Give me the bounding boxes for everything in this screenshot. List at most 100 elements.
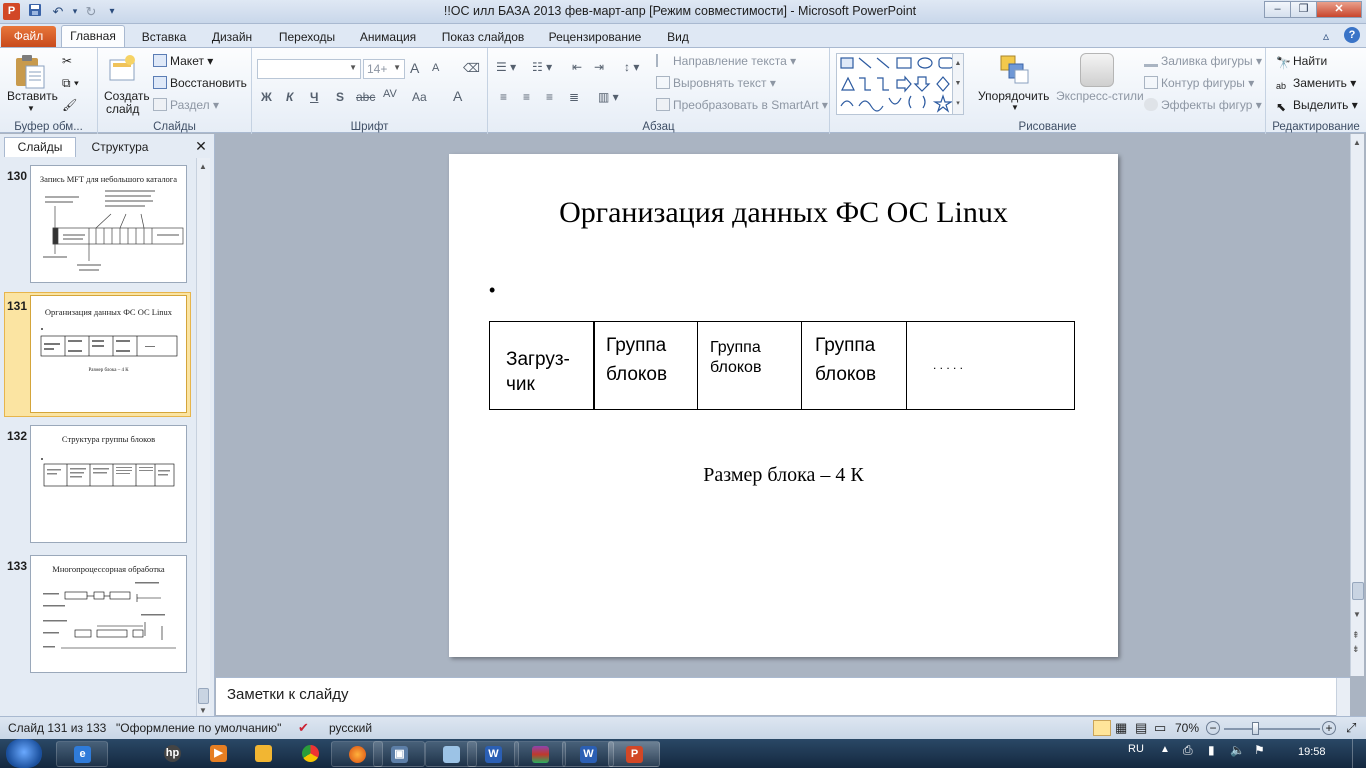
printer-tray-icon[interactable]: ⎙ — [1183, 743, 1193, 758]
reset-button[interactable]: Восстановить — [153, 76, 247, 90]
zoom-slider-thumb[interactable] — [1252, 722, 1259, 735]
tab-slideshow[interactable]: Показ слайдов — [434, 27, 532, 48]
arrange-dropdown-icon[interactable]: ▼ — [1011, 103, 1019, 112]
powerpoint-app-icon[interactable]: P — [3, 3, 20, 20]
slide-thumbnail-132[interactable]: Структура группы блоков — [30, 425, 187, 543]
italic-button[interactable]: К — [286, 90, 293, 104]
start-button[interactable] — [6, 739, 42, 768]
action-center-icon[interactable]: ⚑ — [1254, 743, 1265, 757]
taskbar-ie[interactable]: e — [56, 741, 108, 767]
block-layout-table[interactable]: Загруз- чик Группа блоков Группа блоков … — [489, 321, 1075, 410]
shrink-font-icon[interactable]: A — [432, 62, 439, 74]
shape-outline-button[interactable]: Контур фигуры ▾ — [1144, 76, 1254, 90]
slide-title[interactable]: Организация данных ФС ОС Linux — [449, 196, 1118, 230]
table-cell-ellipsis[interactable]: . . . . . — [906, 321, 1075, 410]
quick-styles-button[interactable]: Экспресс-стили — [1056, 89, 1144, 103]
taskbar-explorer[interactable] — [238, 741, 290, 767]
quick-styles-icon[interactable] — [1080, 53, 1114, 87]
maximize-button[interactable]: ❐ — [1290, 1, 1317, 18]
slide-sorter-icon[interactable]: ▦ — [1115, 717, 1127, 739]
show-desktop-button[interactable] — [1352, 739, 1366, 768]
customize-quick-access-icon[interactable]: ▾ — [103, 3, 121, 20]
zoom-level[interactable]: 70% — [1175, 717, 1199, 739]
minimize-button[interactable]: – — [1264, 1, 1291, 18]
tab-file[interactable]: Файл — [1, 26, 56, 47]
slideshow-icon[interactable]: ▭ — [1154, 717, 1166, 739]
zoom-out-icon[interactable]: − — [1206, 721, 1220, 735]
arrange-button[interactable]: Упорядочить — [978, 89, 1049, 103]
new-slide-icon[interactable] — [108, 54, 138, 86]
tab-design[interactable]: Дизайн — [203, 27, 261, 48]
volume-icon[interactable]: 🔈 — [1230, 743, 1245, 757]
numbering-icon[interactable]: ☷ ▾ — [532, 60, 552, 74]
replace-button[interactable]: ab Заменить ▾ — [1276, 76, 1356, 94]
table-cell-bootloader[interactable]: Загруз- чик — [489, 321, 594, 410]
new-slide-label-2[interactable]: слайд — [106, 102, 139, 116]
table-cell-block-group-1[interactable]: Группа блоков — [593, 321, 698, 410]
slide-thumbnail-133[interactable]: Многопроцессорная обработка — [30, 555, 187, 673]
paste-icon[interactable] — [14, 54, 46, 90]
taskbar-winrar[interactable] — [514, 741, 566, 767]
tab-transitions[interactable]: Переходы — [271, 27, 343, 48]
tab-view[interactable]: Вид — [660, 27, 696, 48]
bullet-point[interactable]: • — [489, 280, 495, 301]
format-painter-icon[interactable]: 🖌 — [62, 98, 77, 112]
text-direction-button[interactable]: Направление текста ▾ — [656, 54, 796, 68]
font-size-combo[interactable]: 14+ ▼ — [363, 59, 405, 79]
redo-icon[interactable]: ↻ — [82, 3, 100, 20]
save-icon[interactable] — [26, 3, 44, 20]
align-right-icon[interactable]: ≡ — [546, 90, 553, 104]
help-icon[interactable]: ? — [1344, 27, 1360, 43]
slide-thumbnail-130[interactable]: Запись MFT для небольшого каталога — [30, 165, 187, 283]
close-button[interactable]: ✕ — [1316, 1, 1362, 18]
shadow-button[interactable]: S — [336, 90, 344, 104]
bullets-icon[interactable]: ☰ ▾ — [496, 60, 516, 74]
align-left-icon[interactable]: ≡ — [500, 90, 507, 104]
shape-fill-button[interactable]: Заливка фигуры ▾ — [1144, 54, 1262, 68]
show-hidden-icons-icon[interactable]: ▲ — [1160, 744, 1170, 755]
spellcheck-icon[interactable]: ✔ — [298, 717, 309, 739]
paste-button[interactable]: Вставить — [7, 89, 58, 103]
main-scrollbar[interactable]: ▲ ▼ ⇞ ⇟ — [1350, 134, 1364, 676]
underline-button[interactable]: Ч — [310, 90, 318, 104]
slides-panel-scrollbar[interactable]: ▲ ▼ — [196, 158, 210, 718]
section-button[interactable]: Раздел ▾ — [153, 98, 219, 112]
change-case-button[interactable]: Aa — [412, 90, 427, 104]
shapes-gallery[interactable]: ▲ ▼ ▾ — [836, 53, 964, 115]
tab-review[interactable]: Рецензирование — [540, 27, 650, 48]
taskbar-chrome[interactable] — [285, 741, 337, 767]
clear-formatting-icon[interactable]: ⌫ — [463, 61, 480, 75]
font-color-button[interactable]: A — [453, 88, 462, 104]
new-slide-label-1[interactable]: Создать — [104, 89, 150, 103]
language-indicator[interactable]: русский — [329, 717, 372, 739]
taskbar-powerpoint[interactable]: P — [608, 741, 660, 767]
taskbar-word-2[interactable]: W — [562, 741, 614, 767]
taskbar-word-1[interactable]: W — [467, 741, 519, 767]
clock[interactable]: 19:58 — [1298, 746, 1326, 758]
close-panel-icon[interactable]: ✕ — [193, 138, 209, 154]
justify-icon[interactable]: ≣ — [569, 90, 579, 104]
align-center-icon[interactable]: ≡ — [523, 90, 530, 104]
increase-indent-icon[interactable]: ⇥ — [594, 60, 604, 74]
tab-animation[interactable]: Анимация — [352, 27, 424, 48]
table-cell-block-group-2[interactable]: Группа блоков — [697, 321, 802, 410]
minimize-ribbon-icon[interactable]: ▵ — [1323, 29, 1329, 43]
tab-home[interactable]: Главная — [61, 25, 125, 48]
copy-icon[interactable]: ⧉ ▾ — [62, 76, 79, 91]
line-spacing-icon[interactable]: ↕ ▾ — [624, 60, 639, 74]
zoom-slider[interactable] — [1224, 728, 1320, 730]
tab-insert[interactable]: Вставка — [134, 27, 194, 48]
grow-font-icon[interactable]: A — [410, 60, 419, 76]
font-name-combo[interactable]: ▼ — [257, 59, 361, 79]
character-spacing-button[interactable]: AV — [383, 88, 397, 100]
shape-effects-button[interactable]: Эффекты фигур ▾ — [1144, 98, 1262, 112]
block-size-caption[interactable]: Размер блока – 4 К — [449, 464, 1118, 487]
select-button[interactable]: ⬉ Выделить ▾ — [1276, 98, 1358, 114]
undo-icon[interactable]: ↶ — [49, 3, 67, 20]
theme-name[interactable]: "Оформление по умолчанию" — [116, 717, 281, 739]
cut-icon[interactable]: ✂ — [62, 54, 72, 68]
decrease-indent-icon[interactable]: ⇤ — [572, 60, 582, 74]
paste-dropdown-icon[interactable]: ▼ — [27, 104, 35, 113]
zoom-in-icon[interactable]: + — [1322, 721, 1336, 735]
find-button[interactable]: 🔭 Найти — [1276, 54, 1327, 70]
